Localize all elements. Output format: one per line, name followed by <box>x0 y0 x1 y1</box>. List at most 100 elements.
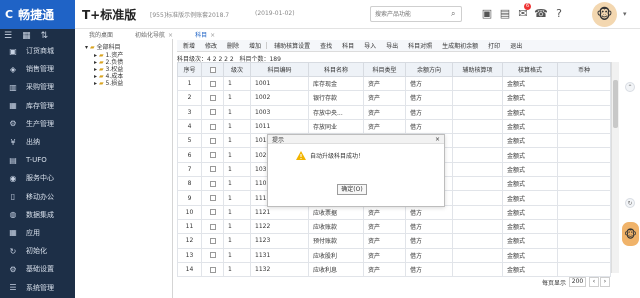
cell-currency[interactable] <box>557 147 611 163</box>
cell-level[interactable]: 1 <box>223 176 251 192</box>
cell-no[interactable]: 10 <box>177 204 202 220</box>
row-checkbox[interactable] <box>201 261 224 278</box>
cell-no[interactable]: 13 <box>177 247 202 263</box>
row-checkbox[interactable] <box>201 161 224 178</box>
phone-icon[interactable]: ☎ <box>534 7 548 21</box>
sidebar-item[interactable]: ▥ 采购管理 <box>0 78 75 96</box>
edit-button[interactable]: 修改 <box>201 41 221 50</box>
close-icon[interactable]: × <box>168 32 173 39</box>
cell-code[interactable]: 1003 <box>250 104 309 120</box>
cell-currency[interactable] <box>557 133 611 149</box>
collapse-icon[interactable]: ▾ <box>85 44 88 51</box>
table-row[interactable]: 1 1 1001 库存现金 资产 借方 金额式 <box>177 75 611 92</box>
cell-no[interactable]: 1 <box>177 75 202 92</box>
cell-type[interactable]: 资产 <box>363 204 406 220</box>
cell-no[interactable]: 12 <box>177 233 202 249</box>
cell-dir[interactable]: 借方 <box>405 218 453 235</box>
sort-icon[interactable]: ⇅ <box>41 31 49 41</box>
row-checkbox[interactable] <box>201 90 224 106</box>
help-icon[interactable]: ? <box>552 7 566 21</box>
cell-currency[interactable] <box>557 204 611 220</box>
cell-format[interactable]: 金额式 <box>502 133 558 149</box>
row-checkbox[interactable] <box>201 190 224 206</box>
next-page-button[interactable]: › <box>600 277 610 287</box>
column-header[interactable]: 级次 <box>223 62 251 77</box>
cell-level[interactable]: 1 <box>223 261 251 278</box>
subject-map-button[interactable]: 科目对照 <box>404 41 436 50</box>
cell-level[interactable]: 1 <box>223 133 251 149</box>
cell-format[interactable]: 金额式 <box>502 204 558 220</box>
cell-type[interactable]: 资产 <box>363 90 406 106</box>
cell-no[interactable]: 14 <box>177 261 202 278</box>
cell-name[interactable]: 预付账款 <box>308 233 364 249</box>
cell-code[interactable]: 1001 <box>250 75 309 92</box>
vertical-scrollbar[interactable] <box>611 62 619 273</box>
checkbox[interactable] <box>209 66 216 73</box>
sidebar-item[interactable]: ◉ 服务中心 <box>0 169 75 187</box>
cell-no[interactable]: 8 <box>177 176 202 192</box>
table-row[interactable]: 14 1 1132 应收利息 资产 借方 金额式 <box>177 261 611 278</box>
cell-dir[interactable]: 借方 <box>405 204 453 220</box>
checkbox[interactable] <box>209 195 216 202</box>
column-header[interactable]: 科目名称 <box>308 62 364 77</box>
cell-no[interactable]: 2 <box>177 90 202 106</box>
cell-type[interactable]: 资产 <box>363 247 406 263</box>
cell-type[interactable]: 资产 <box>363 233 406 249</box>
column-header[interactable]: 辅助核算项 <box>452 62 503 77</box>
cell-name[interactable]: 应收利息 <box>308 261 364 278</box>
expand-icon[interactable]: ▸ <box>94 80 97 87</box>
cell-currency[interactable] <box>557 90 611 106</box>
find-button[interactable]: 查找 <box>316 41 336 50</box>
cell-code[interactable]: 1121 <box>250 204 309 220</box>
cell-level[interactable]: 1 <box>223 161 251 178</box>
cell-code[interactable]: 1131 <box>250 247 309 263</box>
cell-aux[interactable] <box>452 247 503 263</box>
cell-currency[interactable] <box>557 75 611 92</box>
checkbox[interactable] <box>209 137 216 144</box>
column-header[interactable]: 币种 <box>557 62 611 77</box>
cell-level[interactable]: 1 <box>223 104 251 120</box>
cell-level[interactable]: 1 <box>223 90 251 106</box>
cell-format[interactable]: 金额式 <box>502 218 558 235</box>
sidebar-item[interactable]: ▦ 库存管理 <box>0 97 75 115</box>
tree-node[interactable]: ▸ ▰ 5.损益 <box>94 78 123 87</box>
cell-format[interactable]: 金额式 <box>502 90 558 106</box>
cell-format[interactable]: 金额式 <box>502 190 558 206</box>
chevron-down-icon[interactable]: ▾ <box>623 10 627 18</box>
sidebar-item[interactable]: ↻ 初始化 <box>0 242 75 260</box>
cell-dir[interactable]: 借方 <box>405 261 453 278</box>
subject-button[interactable]: 科目 <box>338 41 358 50</box>
cell-name[interactable]: 银行存款 <box>308 90 364 106</box>
table-row[interactable]: 4 1 1011 存放同业 资产 借方 金额式 <box>177 118 611 135</box>
cell-name[interactable]: 应收票据 <box>308 204 364 220</box>
aux-settings-button[interactable]: 辅助核算设置 <box>270 41 314 50</box>
sidebar-item[interactable]: ▤ T-UFO <box>0 151 75 169</box>
print-button[interactable]: 打印 <box>484 41 504 50</box>
cell-format[interactable]: 金额式 <box>502 118 558 135</box>
cell-currency[interactable] <box>557 118 611 135</box>
cell-code[interactable]: 1123 <box>250 233 309 249</box>
select-all-checkbox[interactable] <box>201 62 224 77</box>
cell-currency[interactable] <box>557 218 611 235</box>
cell-format[interactable]: 金额式 <box>502 247 558 263</box>
cell-type[interactable]: 资产 <box>363 118 406 135</box>
exit-button[interactable]: 退出 <box>506 41 526 50</box>
row-checkbox[interactable] <box>201 247 224 263</box>
page-size-input[interactable]: 200 <box>569 277 586 287</box>
table-row[interactable]: 11 1 1122 应收账款 资产 借方 金额式 <box>177 218 611 235</box>
cell-no[interactable]: 3 <box>177 104 202 120</box>
cell-dir[interactable]: 借方 <box>405 247 453 263</box>
table-row[interactable]: 12 1 1123 预付账款 资产 借方 金额式 <box>177 233 611 249</box>
cell-currency[interactable] <box>557 104 611 120</box>
refresh-icon[interactable]: ↻ <box>625 198 635 208</box>
table-row[interactable]: 10 1 1121 应收票据 资产 借方 金额式 <box>177 204 611 220</box>
column-header[interactable]: 核算格式 <box>502 62 558 77</box>
cell-level[interactable]: 1 <box>223 233 251 249</box>
sidebar-item[interactable]: ⚙ 生产管理 <box>0 115 75 133</box>
cell-format[interactable]: 金额式 <box>502 233 558 249</box>
sidebar-item[interactable]: ▯ 移动办公 <box>0 188 75 206</box>
cell-aux[interactable] <box>452 75 503 92</box>
scrollbar-thumb[interactable] <box>613 80 618 128</box>
export-button[interactable]: 导出 <box>382 41 402 50</box>
close-icon[interactable]: × <box>435 136 440 143</box>
